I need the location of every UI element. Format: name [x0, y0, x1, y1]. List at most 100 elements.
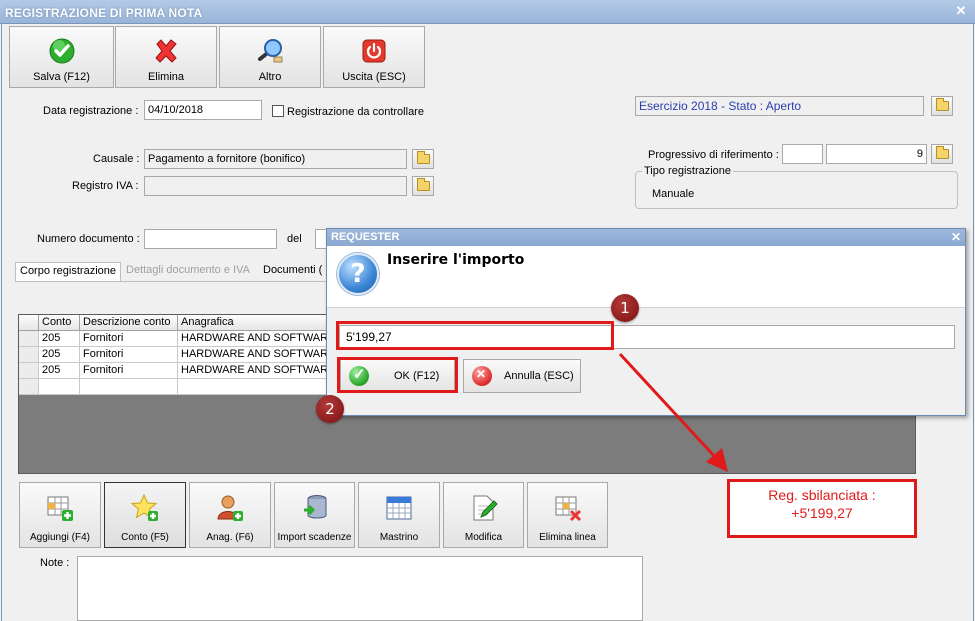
star-add-icon	[130, 493, 158, 521]
folder-icon	[936, 98, 949, 111]
row-selector[interactable]	[19, 331, 39, 347]
delete-line-label: Elimina linea	[539, 532, 596, 543]
add-line-label: Aggiungi (F4)	[29, 532, 91, 543]
cell-anagrafica[interactable]: HARDWARE AND SOFTWARE S	[178, 331, 328, 347]
fiscal-year-browse-button[interactable]	[931, 96, 953, 116]
account-button[interactable]: Conto (F5)	[104, 482, 186, 548]
window-close-icon[interactable]: ✕	[953, 3, 969, 19]
delete-button-label: Elimina	[147, 71, 185, 83]
folder-icon	[417, 178, 430, 191]
exit-button-label: Uscita (ESC)	[342, 71, 406, 83]
other-button-label: Altro	[258, 71, 282, 83]
edit-label: Modifica	[464, 532, 503, 543]
check-icon	[49, 38, 74, 64]
progressive-field[interactable]: 9	[826, 144, 927, 164]
causale-field: Pagamento a fornitore (bonifico)	[144, 149, 407, 169]
import-deadlines-button[interactable]: Import scadenze	[274, 482, 355, 548]
progressive-prefix-field[interactable]	[782, 144, 823, 164]
date-field[interactable]: 04/10/2018	[144, 100, 262, 120]
window-title: REGISTRAZIONE DI PRIMA NOTA	[5, 6, 203, 20]
grid-delete-icon	[555, 496, 581, 522]
import-deadlines-label: Import scadenze	[277, 532, 352, 543]
document-date-label: del	[287, 233, 302, 245]
ledger-button[interactable]: Mastrino	[358, 482, 440, 548]
date-label: Data registrazione :	[43, 105, 139, 117]
progressive-label: Progressivo di riferimento :	[648, 149, 779, 161]
step-marker-1: 1	[611, 294, 639, 322]
cancel-button[interactable]: Annulla (ESC)	[463, 359, 581, 393]
cancel-button-label: Annulla (ESC)	[504, 370, 574, 382]
row-selector[interactable]	[19, 347, 39, 363]
grid-header-anagrafica[interactable]: Anagrafica	[178, 315, 328, 331]
power-icon	[362, 39, 386, 63]
registration-type-group: Tipo registrazione Manuale	[635, 165, 958, 209]
cell-conto[interactable]: 205	[39, 363, 80, 379]
to-check-label: Registrazione da controllare	[287, 106, 424, 118]
unbalanced-callout: Reg. sbilanciata : +5'199,27	[727, 479, 917, 538]
question-icon: ?	[337, 253, 379, 295]
delete-x-icon	[155, 39, 177, 63]
save-button[interactable]: Salva (F12)	[9, 26, 114, 88]
registry-button[interactable]: Anag. (F6)	[189, 482, 271, 548]
save-button-label: Salva (F12)	[33, 71, 90, 83]
row-selector[interactable]	[19, 379, 39, 395]
add-line-button[interactable]: Aggiungi (F4)	[19, 482, 101, 548]
to-check-checkbox[interactable]	[272, 105, 284, 117]
progressive-browse-button[interactable]	[931, 144, 953, 164]
ledger-label: Mastrino	[379, 532, 419, 543]
dialog-message: Inserire l'importo	[387, 252, 525, 268]
vat-register-browse-button[interactable]	[412, 176, 434, 196]
window-titlebar: REGISTRAZIONE DI PRIMA NOTA ✕	[0, 0, 975, 24]
registration-type-value: Manuale	[652, 188, 695, 200]
delete-button[interactable]: Elimina	[115, 26, 217, 88]
cell-anagrafica[interactable]: HARDWARE AND SOFTWARE S	[178, 347, 328, 363]
tab-document-details: Dettagli documento e IVA	[126, 264, 250, 276]
cancel-icon	[472, 366, 492, 386]
grid-header-cell	[19, 315, 39, 331]
magnifier-icon	[258, 39, 283, 63]
calendar-icon	[386, 496, 412, 520]
tab-registration-body[interactable]: Corpo registrazione	[15, 262, 121, 281]
cell-descrizione[interactable]: Fornitori	[80, 347, 178, 363]
tab-documents[interactable]: Documenti (	[259, 262, 326, 280]
cell-conto[interactable]	[39, 379, 80, 395]
cell-descrizione[interactable]	[80, 379, 178, 395]
registration-type-title: Tipo registrazione	[642, 165, 734, 177]
grid-header-descrizione[interactable]: Descrizione conto	[80, 315, 178, 331]
cell-anagrafica[interactable]	[178, 379, 328, 395]
step-marker-2: 2	[316, 395, 344, 423]
cell-descrizione[interactable]: Fornitori	[80, 331, 178, 347]
grid-header-conto[interactable]: Conto	[39, 315, 80, 331]
dialog-close-icon[interactable]: ✕	[951, 230, 961, 244]
highlight-amount-input	[336, 321, 614, 350]
causale-label: Causale :	[93, 153, 140, 165]
callout-line-1: Reg. sbilanciata :	[768, 487, 876, 503]
cell-anagrafica[interactable]: HARDWARE AND SOFTWARE S	[178, 363, 328, 379]
exit-button[interactable]: Uscita (ESC)	[323, 26, 425, 88]
cell-conto[interactable]: 205	[39, 347, 80, 363]
registry-label: Anag. (F6)	[206, 532, 254, 543]
dialog-title: REQUESTER	[327, 229, 965, 246]
grid-add-icon	[47, 496, 73, 521]
delete-line-button[interactable]: Elimina linea	[527, 482, 608, 548]
cell-conto[interactable]: 205	[39, 331, 80, 347]
vat-register-field	[144, 176, 407, 196]
notes-textarea[interactable]	[77, 556, 643, 621]
fiscal-year-field: Esercizio 2018 - Stato : Aperto	[635, 96, 924, 116]
edit-document-icon	[473, 495, 498, 521]
causale-browse-button[interactable]	[412, 149, 434, 169]
document-number-label: Numero documento :	[37, 233, 140, 245]
callout-line-2: +5'199,27	[791, 505, 853, 521]
folder-icon	[936, 146, 949, 159]
highlight-ok-button	[337, 357, 458, 393]
other-button[interactable]: Altro	[219, 26, 321, 88]
document-number-field[interactable]	[144, 229, 277, 249]
dialog-header: ? Inserire l'importo	[327, 246, 965, 308]
cell-descrizione[interactable]: Fornitori	[80, 363, 178, 379]
account-label: Conto (F5)	[121, 532, 169, 543]
user-add-icon	[217, 495, 243, 521]
row-selector[interactable]	[19, 363, 39, 379]
folder-icon	[417, 151, 430, 164]
edit-button[interactable]: Modifica	[443, 482, 524, 548]
vat-register-label: Registro IVA :	[72, 180, 139, 192]
